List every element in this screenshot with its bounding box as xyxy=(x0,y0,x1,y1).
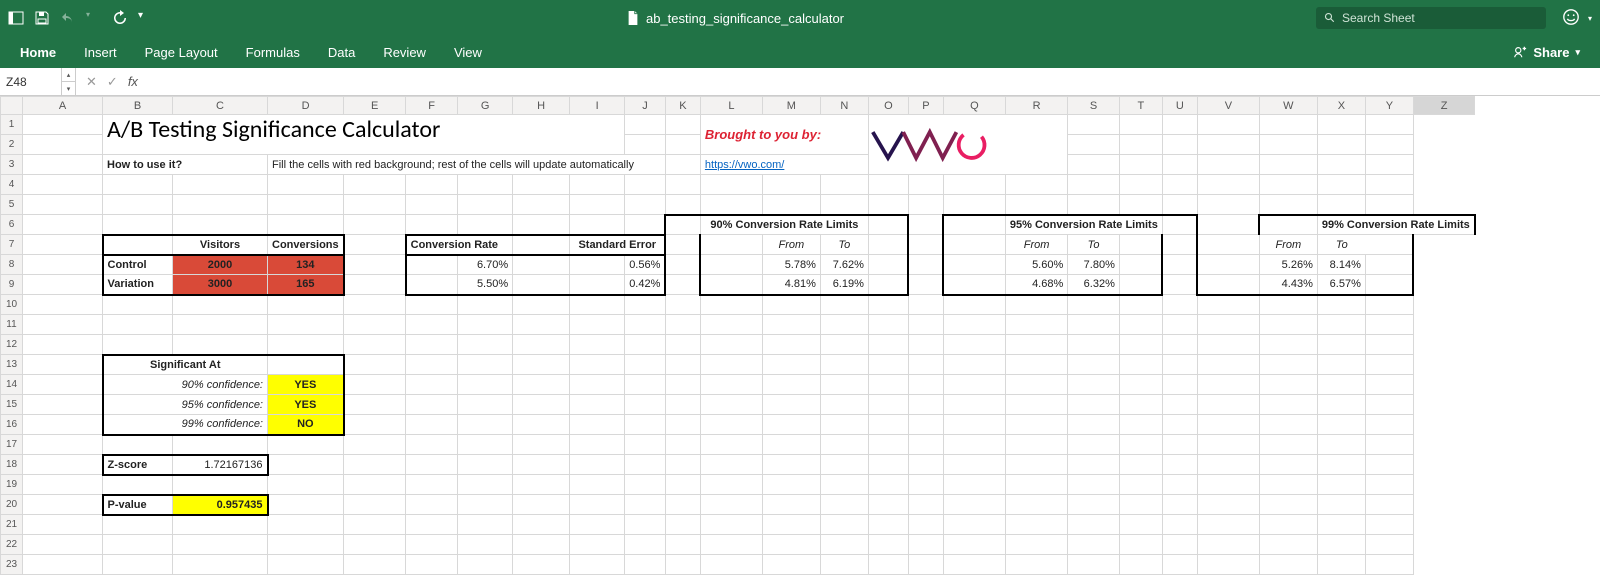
control-visitors-input[interactable]: 2000 xyxy=(173,255,268,275)
share-icon xyxy=(1513,45,1527,59)
conv-rate-header: Conversion Rate xyxy=(406,235,513,255)
search-input[interactable]: Search Sheet xyxy=(1316,7,1546,29)
sig95-value: YES xyxy=(268,395,344,415)
accept-formula-icon[interactable]: ✓ xyxy=(107,74,118,90)
pvalue-label: P-value xyxy=(103,495,173,515)
column-headers[interactable]: ABCDEFGHIJKLMNOPQRSTUVWXYZ xyxy=(1,97,1475,115)
control-label: Control xyxy=(103,255,173,275)
conf90-label: 90% confidence: xyxy=(103,375,268,395)
formula-input[interactable] xyxy=(148,68,1600,95)
tab-insert[interactable]: Insert xyxy=(84,41,117,64)
undo-icon[interactable] xyxy=(60,10,76,26)
std-err-variation: 0.42% xyxy=(625,275,666,295)
share-label: Share xyxy=(1533,45,1569,60)
conv-rate-variation: 5.50% xyxy=(458,275,513,295)
sig99-value: NO xyxy=(268,415,344,435)
select-all-corner[interactable] xyxy=(1,97,23,115)
vwo-logo xyxy=(869,125,1067,165)
limits95-header: 95% Conversion Rate Limits xyxy=(1005,215,1162,235)
variation-label: Variation xyxy=(103,275,173,295)
qat-customize-icon[interactable]: ▾ xyxy=(138,10,154,26)
vwo-link[interactable]: https://vwo.com/ xyxy=(705,159,784,171)
search-placeholder: Search Sheet xyxy=(1342,11,1415,25)
cancel-formula-icon[interactable]: ✕ xyxy=(86,74,97,90)
save-icon[interactable] xyxy=(34,10,50,26)
share-button[interactable]: Share ▾ xyxy=(1513,45,1580,60)
control-conversions-input[interactable]: 134 xyxy=(268,255,344,275)
redo-icon[interactable] xyxy=(112,10,128,26)
tab-home[interactable]: Home xyxy=(20,41,56,64)
quick-access-toolbar: ▾ ▾ xyxy=(8,10,154,26)
limits99-header: 99% Conversion Rate Limits xyxy=(1317,215,1474,235)
brought-by-label: Brought to you by: xyxy=(705,127,821,142)
document-icon xyxy=(626,11,640,25)
visitors-header: Visitors xyxy=(173,235,268,255)
sidebar-toggle-icon[interactable] xyxy=(8,10,24,26)
page-title: A/B Testing Significance Calculator xyxy=(107,115,440,144)
limits90-header: 90% Conversion Rate Limits xyxy=(700,215,868,235)
document-title-text: ab_testing_significance_calculator xyxy=(646,11,844,26)
fx-icon[interactable]: fx xyxy=(128,74,138,89)
howto-label: How to use it? xyxy=(103,155,268,175)
conf99-label: 99% confidence: xyxy=(103,415,268,435)
spreadsheet-grid[interactable]: ABCDEFGHIJKLMNOPQRSTUVWXYZ 1 A/B Testing… xyxy=(0,96,1600,575)
conversions-header: Conversions xyxy=(268,235,344,255)
document-title: ab_testing_significance_calculator xyxy=(154,11,1316,26)
undo-dropdown-icon[interactable]: ▾ xyxy=(86,10,102,26)
tab-data[interactable]: Data xyxy=(328,41,355,64)
variation-conversions-input[interactable]: 165 xyxy=(268,275,344,295)
significant-at-header: Significant At xyxy=(103,355,268,375)
std-err-header: Standard Error xyxy=(570,235,666,255)
std-err-control: 0.56% xyxy=(625,255,666,275)
variation-visitors-input[interactable]: 3000 xyxy=(173,275,268,295)
ribbon-tabs: Home Insert Page Layout Formulas Data Re… xyxy=(0,36,1600,68)
search-area: Search Sheet ▾ xyxy=(1316,7,1592,29)
tab-formulas[interactable]: Formulas xyxy=(246,41,300,64)
tab-review[interactable]: Review xyxy=(383,41,426,64)
search-icon xyxy=(1324,12,1336,24)
sig90-value: YES xyxy=(268,375,344,395)
tab-view[interactable]: View xyxy=(454,41,482,64)
conf95-label: 95% confidence: xyxy=(103,395,268,415)
name-box-stepper[interactable]: ▴▾ xyxy=(62,68,76,95)
feedback-dropdown-icon[interactable]: ▾ xyxy=(1588,14,1592,23)
pvalue-value: 0.957435 xyxy=(173,495,268,515)
name-box[interactable]: Z48 xyxy=(0,68,62,95)
title-bar: ▾ ▾ ab_testing_significance_calculator S… xyxy=(0,0,1600,36)
feedback-icon[interactable] xyxy=(1562,8,1580,29)
zscore-value: 1.72167136 xyxy=(173,455,268,475)
tab-page-layout[interactable]: Page Layout xyxy=(145,41,218,64)
howto-text: Fill the cells with red background; rest… xyxy=(268,155,666,175)
formula-bar: Z48 ▴▾ ✕ ✓ fx xyxy=(0,68,1600,96)
zscore-label: Z-score xyxy=(103,455,173,475)
conv-rate-control: 6.70% xyxy=(458,255,513,275)
